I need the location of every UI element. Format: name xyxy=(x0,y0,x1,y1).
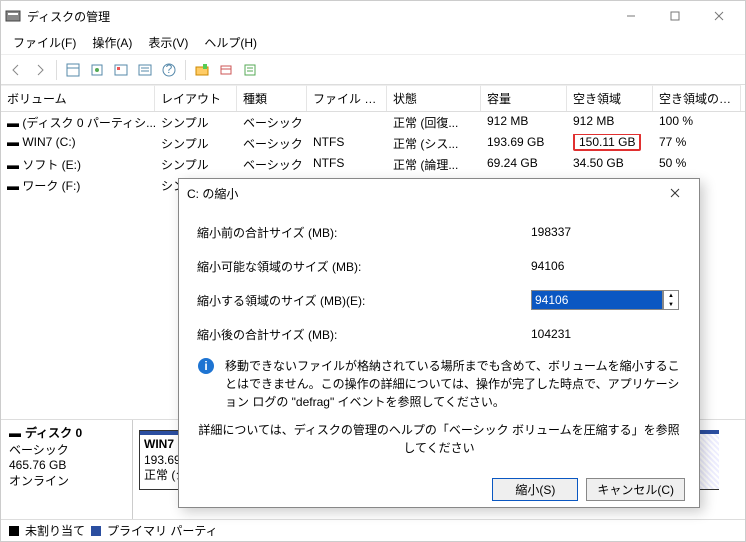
back-icon[interactable] xyxy=(5,59,27,81)
col-volume[interactable]: ボリューム xyxy=(1,85,155,111)
settings-icon[interactable] xyxy=(110,59,132,81)
table-row[interactable]: ▬ WIN7 (C:)シンプルベーシックNTFS正常 (シス...193.69 … xyxy=(1,133,745,154)
label-shrinkable: 縮小可能な領域のサイズ (MB): xyxy=(197,258,531,275)
disk-name: ディスク 0 xyxy=(25,424,82,441)
svg-text:i: i xyxy=(204,359,207,373)
value-total-before: 198337 xyxy=(531,225,681,239)
disk-action-icon[interactable] xyxy=(215,59,237,81)
disk-size: 465.76 GB xyxy=(9,458,124,472)
help-icon[interactable]: ? xyxy=(158,59,180,81)
disk-info[interactable]: ▬ディスク 0 ベーシック 465.76 GB オンライン xyxy=(1,420,133,519)
legend-unallocated: 未割り当て xyxy=(25,522,85,539)
spinner[interactable]: ▲▼ xyxy=(663,290,679,310)
info-icon: i xyxy=(197,357,215,411)
col-type[interactable]: 種類 xyxy=(237,85,307,111)
refresh-icon[interactable] xyxy=(86,59,108,81)
forward-icon[interactable] xyxy=(29,59,51,81)
table-row[interactable]: ▬ ソフト (E:)シンプルベーシックNTFS正常 (論理...69.24 GB… xyxy=(1,154,745,175)
explore-icon[interactable] xyxy=(191,59,213,81)
minimize-button[interactable] xyxy=(609,2,653,30)
window-title: ディスクの管理 xyxy=(27,8,609,25)
swatch-primary xyxy=(91,526,101,536)
col-layout[interactable]: レイアウト xyxy=(155,85,237,111)
col-capacity[interactable]: 容量 xyxy=(481,85,567,111)
disk-status: オンライン xyxy=(9,472,124,489)
label-total-before: 縮小前の合計サイズ (MB): xyxy=(197,224,531,241)
properties-icon[interactable] xyxy=(134,59,156,81)
col-status[interactable]: 状態 xyxy=(387,85,481,111)
info-text: 移動できないファイルが格納されている場所までも含めて、ボリュームを縮小することは… xyxy=(225,357,681,411)
value-total-after: 104231 xyxy=(531,327,681,341)
shrink-amount-input[interactable] xyxy=(531,290,663,310)
col-freepct[interactable]: 空き領域の割... xyxy=(653,85,741,111)
close-button[interactable] xyxy=(697,2,741,30)
maximize-button[interactable] xyxy=(653,2,697,30)
toolbar: ? xyxy=(1,55,745,85)
value-shrinkable: 94106 xyxy=(531,259,681,273)
shrink-button[interactable]: 縮小(S) xyxy=(492,478,578,501)
swatch-unallocated xyxy=(9,526,19,536)
menubar: ファイル(F) 操作(A) 表示(V) ヘルプ(H) xyxy=(1,31,745,55)
dialog-title: C: の縮小 xyxy=(187,185,659,202)
col-free[interactable]: 空き領域 xyxy=(567,85,653,111)
menu-view[interactable]: 表示(V) xyxy=(140,32,196,53)
cancel-button[interactable]: キャンセル(C) xyxy=(586,478,685,501)
list-icon[interactable] xyxy=(239,59,261,81)
legend: 未割り当て プライマリ パーティ xyxy=(1,519,745,541)
menu-file[interactable]: ファイル(F) xyxy=(5,32,84,53)
table-header: ボリューム レイアウト 種類 ファイル システム 状態 容量 空き領域 空き領域… xyxy=(1,85,745,112)
titlebar: ディスクの管理 xyxy=(1,1,745,31)
app-icon xyxy=(5,8,21,24)
view-icon[interactable] xyxy=(62,59,84,81)
table-row[interactable]: ▬ (ディスク 0 パーティシ...シンプルベーシック正常 (回復...912 … xyxy=(1,112,745,133)
disk-type: ベーシック xyxy=(9,441,124,458)
dialog-close-button[interactable] xyxy=(659,179,691,207)
help-note: 詳細については、ディスクの管理のヘルプの「ベーシック ボリュームを圧縮する」を参… xyxy=(197,411,681,467)
menu-action[interactable]: 操作(A) xyxy=(84,32,140,53)
svg-text:?: ? xyxy=(166,63,173,76)
col-fs[interactable]: ファイル システム xyxy=(307,85,387,111)
label-shrink-amount: 縮小する領域のサイズ (MB)(E): xyxy=(197,292,531,309)
menu-help[interactable]: ヘルプ(H) xyxy=(196,32,265,53)
dialog-titlebar: C: の縮小 xyxy=(179,179,699,207)
label-total-after: 縮小後の合計サイズ (MB): xyxy=(197,326,531,343)
shrink-dialog: C: の縮小 縮小前の合計サイズ (MB): 198337 縮小可能な領域のサイ… xyxy=(178,178,700,508)
legend-primary: プライマリ パーティ xyxy=(107,522,218,539)
